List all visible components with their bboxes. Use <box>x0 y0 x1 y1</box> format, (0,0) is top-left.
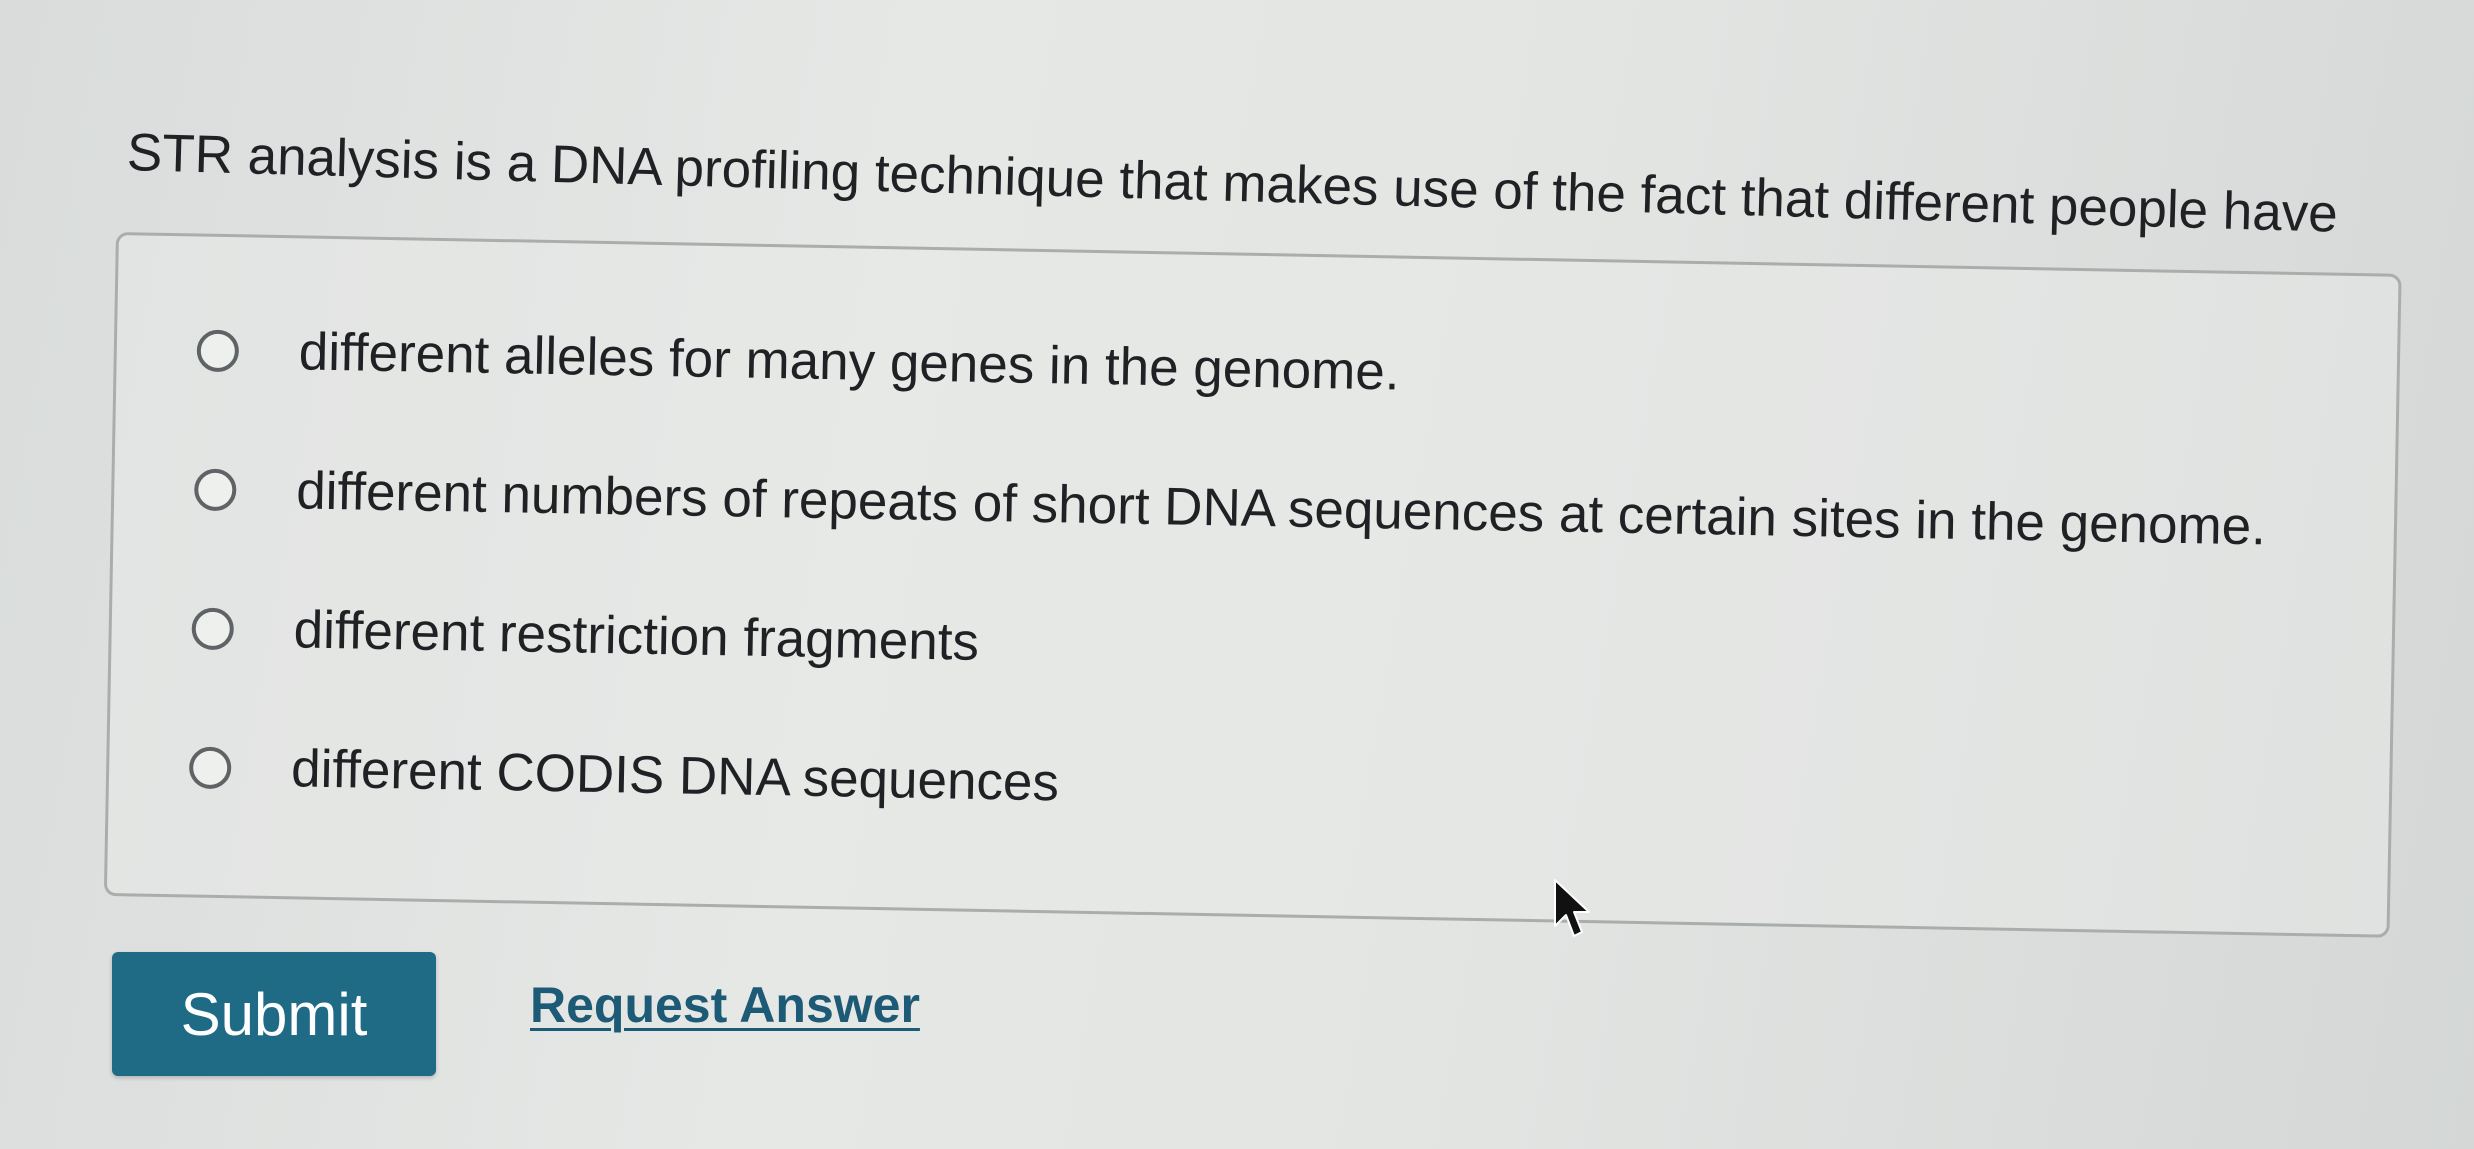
submit-button[interactable]: Submit <box>112 952 436 1076</box>
question-page: STR analysis is a DNA profiling techniqu… <box>0 0 2474 1149</box>
answer-options-panel: different alleles for many genes in the … <box>103 232 2402 938</box>
question-text: STR analysis is a DNA profiling techniqu… <box>126 122 2339 244</box>
answer-option-2[interactable]: different numbers of repeats of short DN… <box>193 457 2267 559</box>
answer-option-4[interactable]: different CODIS DNA sequences <box>188 735 1060 815</box>
mouse-pointer-icon <box>1554 879 1590 937</box>
request-answer-link[interactable]: Request Answer <box>530 976 920 1034</box>
answer-option-1[interactable]: different alleles for many genes in the … <box>196 319 1400 405</box>
answer-option-label: different alleles for many genes in the … <box>298 322 1401 402</box>
radio-button[interactable] <box>188 746 232 790</box>
radio-button[interactable] <box>191 607 235 651</box>
radio-button[interactable] <box>196 329 240 373</box>
answer-option-3[interactable]: different restriction fragments <box>191 596 980 674</box>
answer-option-label: different numbers of repeats of short DN… <box>295 461 2267 557</box>
answer-option-label: different CODIS DNA sequences <box>290 739 1060 813</box>
radio-button[interactable] <box>193 468 237 512</box>
answer-option-label: different restriction fragments <box>293 600 980 672</box>
